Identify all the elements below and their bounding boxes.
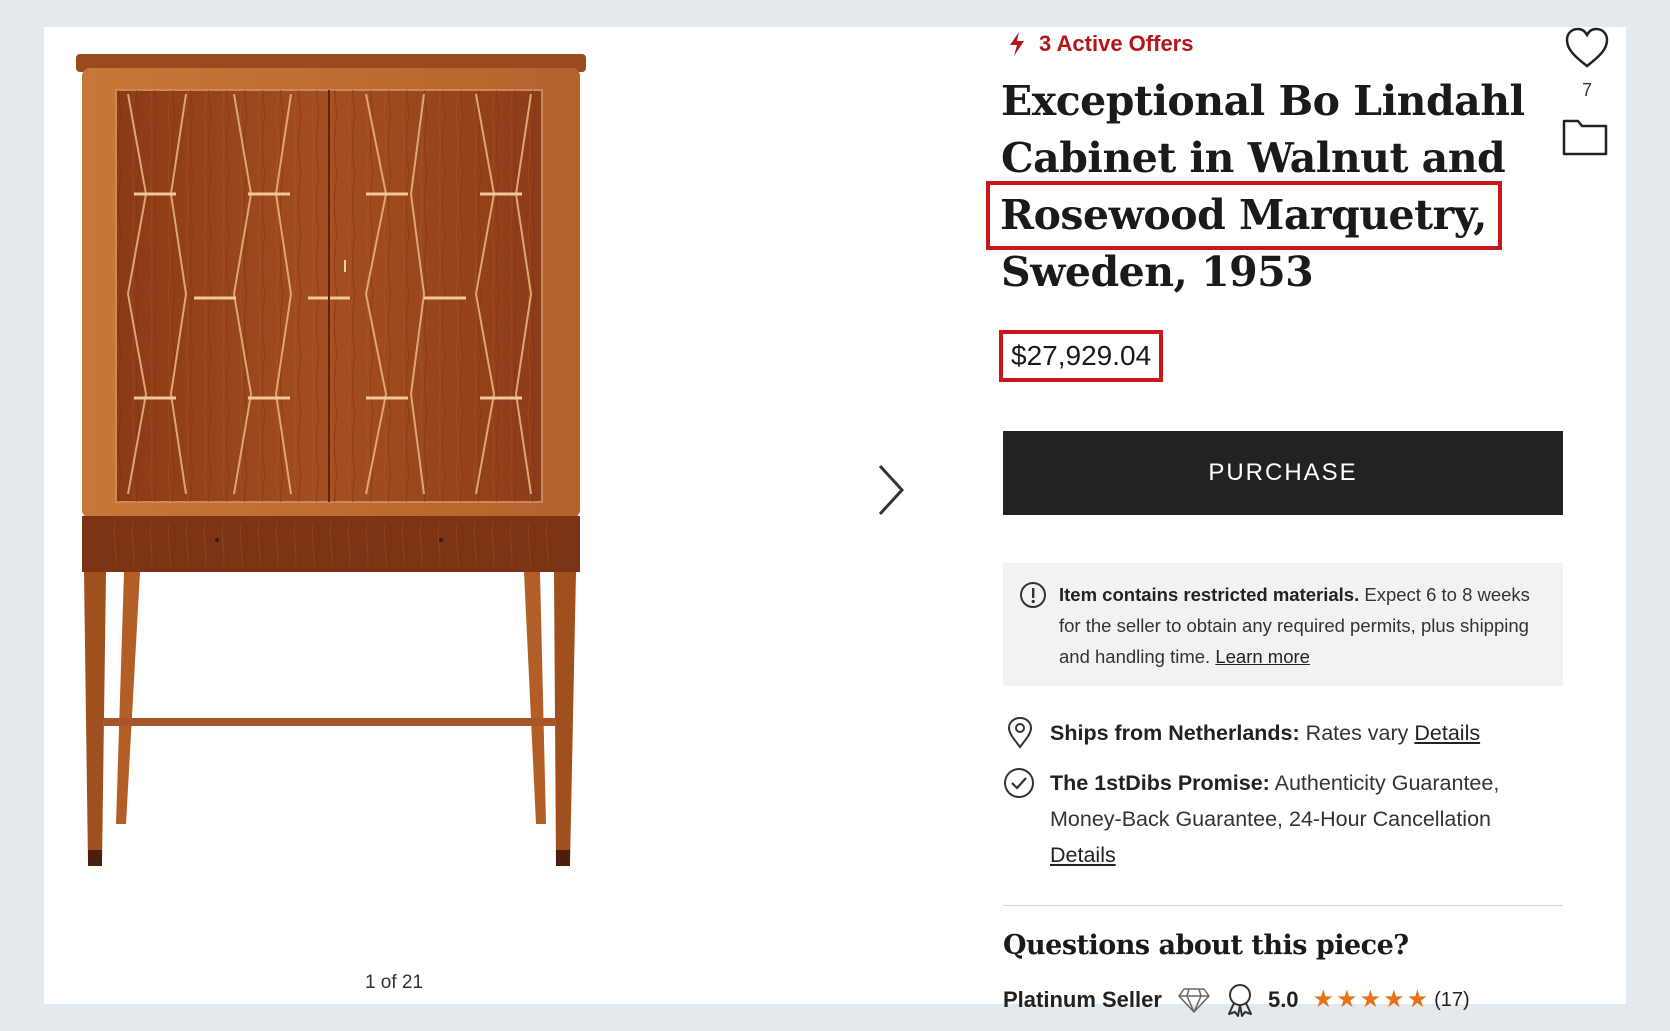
title-line: Exceptional Bo Lindahl [1001,77,1525,125]
product-price: $27,929.04 [999,330,1164,382]
learn-more-link[interactable]: Learn more [1215,646,1310,667]
location-pin-icon [1007,717,1033,749]
seller-score: 5.0 [1267,987,1299,1012]
divider [1003,905,1563,906]
active-offers-link[interactable]: 3 Active Offers [1007,31,1193,57]
product-image-cabinet[interactable] [76,54,636,954]
product-title: Exceptional Bo Lindahl Cabinet in Walnut… [986,73,1561,301]
product-page: 1 of 21 3 Active Offers 7 Exceptional Bo… [44,27,1626,1017]
diamond-icon [1178,988,1210,1013]
shipping-details-link[interactable]: Details [1414,721,1480,745]
star-icon: ★ [1336,986,1358,1013]
questions-heading: Questions about this piece? [1003,930,1409,961]
star-icon: ★ [1383,986,1405,1013]
active-offers-label: 3 Active Offers [1039,31,1194,56]
notice-title: Item contains restricted materials. [1059,584,1360,605]
rating-stars: ★ ★ ★ ★ ★ [1313,988,1429,1012]
seller-summary: Platinum Seller 5.0 ★ ★ ★ ★ ★ (17) [1003,983,1470,1017]
shipping-label: Ships from Netherlands: [1050,721,1300,745]
promise-details-link[interactable]: Details [1050,843,1116,867]
title-line: Cabinet in Walnut and [1001,134,1506,182]
restricted-materials-notice: Item contains restricted materials. Expe… [1003,563,1563,686]
shipping-info: Ships from Netherlands: Rates vary Detai… [1003,715,1563,751]
shipping-text: Rates vary [1299,721,1415,745]
purchase-button[interactable]: PURCHASE [1003,431,1563,515]
promise-info: The 1stDibs Promise: Authenticity Guaran… [1003,765,1563,873]
star-icon: ★ [1312,986,1335,1013]
image-counter: 1 of 21 [364,972,424,993]
folder-icon[interactable] [1561,117,1609,157]
promise-label: The 1stDibs Promise: [1050,771,1270,795]
star-icon: ★ [1406,986,1429,1013]
product-detail-panel: 3 Active Offers 7 Exceptional Bo Lindahl… [986,27,1619,1017]
heart-icon [1565,27,1609,68]
lightning-icon [1010,32,1024,56]
title-line-highlighted: Rosewood Marquetry, [986,181,1502,250]
alert-circle-icon [1020,582,1046,608]
check-circle-icon [1004,768,1034,798]
favorite-button[interactable]: 7 [1559,27,1615,101]
title-line: Sweden, 1953 [1001,248,1314,296]
seller-tier: Platinum Seller [1003,987,1162,1012]
image-gallery: 1 of 21 [44,27,964,1004]
favorite-count: 7 [1581,80,1592,100]
award-ribbon-icon [1227,984,1252,1017]
star-icon: ★ [1359,986,1382,1013]
chevron-right-icon[interactable] [874,462,908,518]
review-count-link[interactable]: (17) [1434,989,1470,1012]
